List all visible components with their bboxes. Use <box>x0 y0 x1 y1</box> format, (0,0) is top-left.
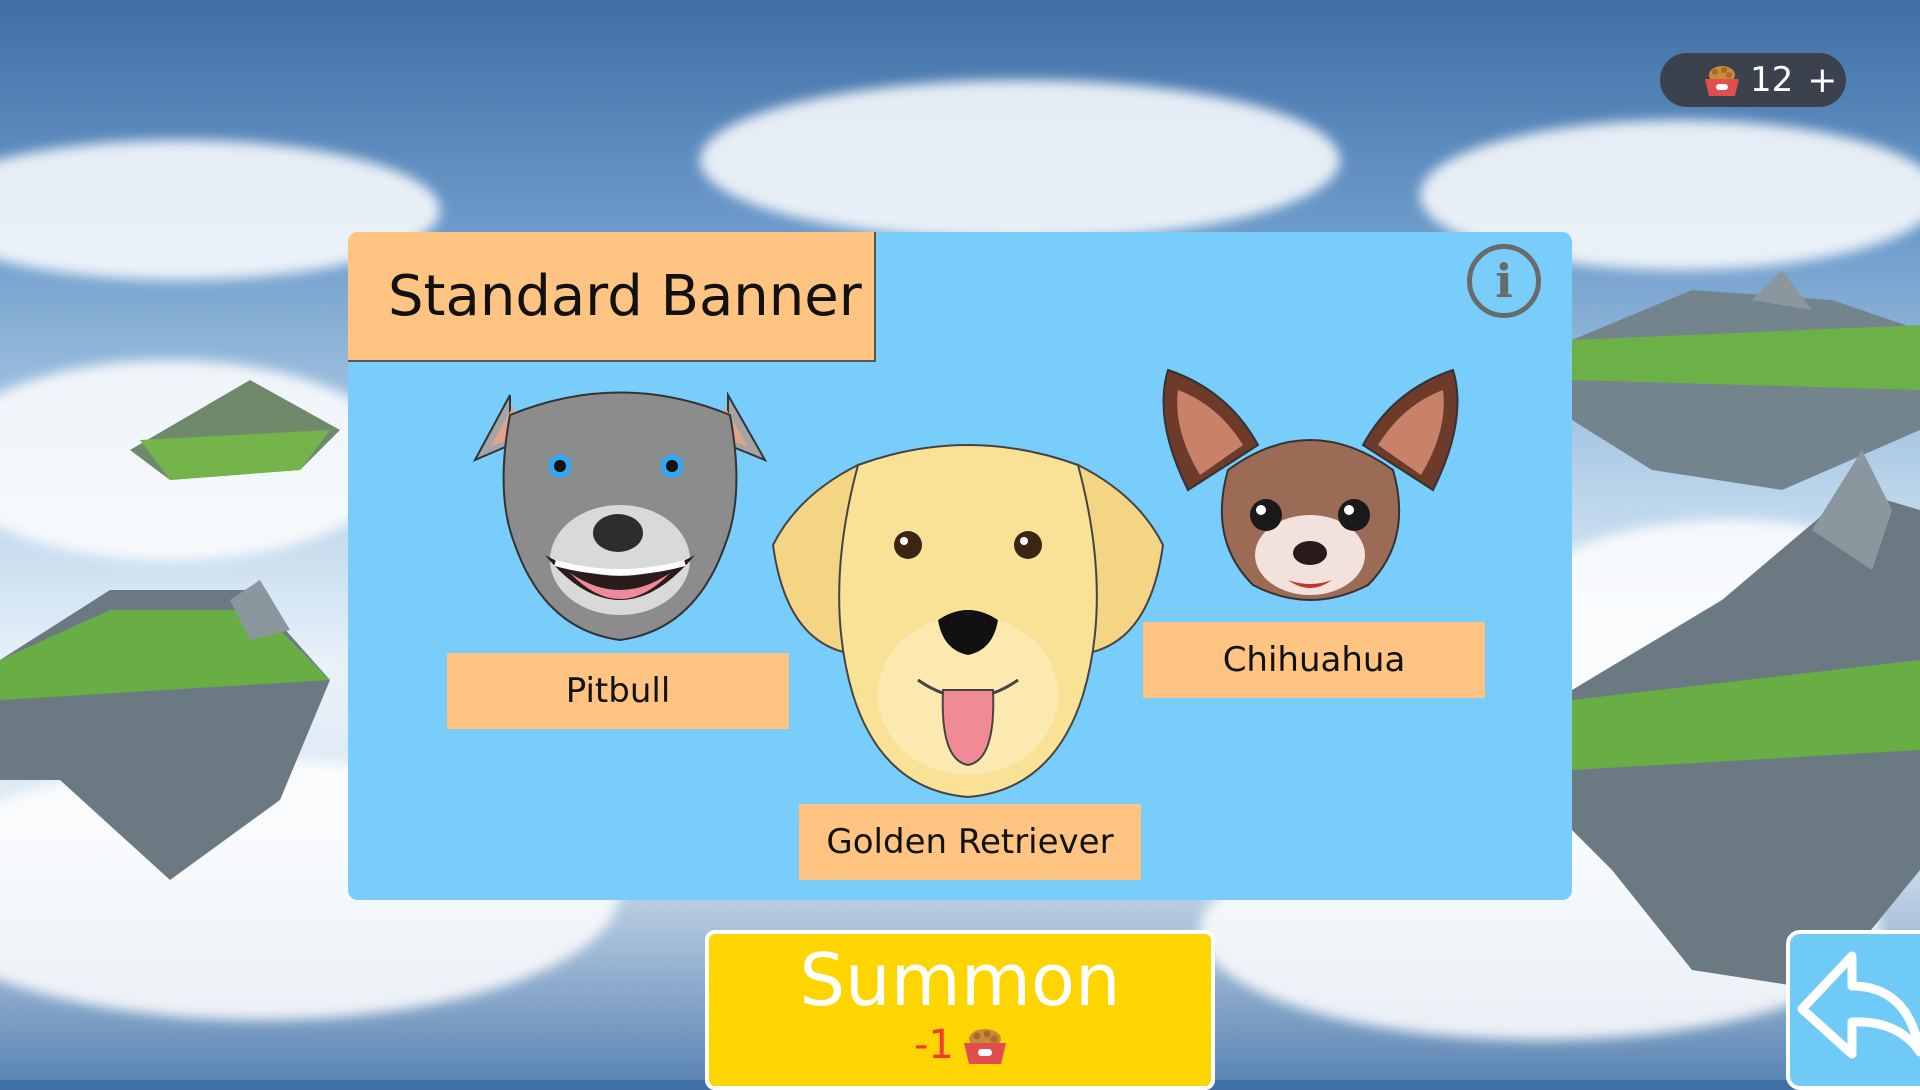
floating-island-right <box>1572 270 1920 990</box>
pitbull-portrait <box>472 391 768 642</box>
banner-title: Standard Banner <box>348 232 876 362</box>
currency-display: 12 + <box>1660 53 1846 107</box>
chihuahua-portrait <box>1162 368 1459 601</box>
info-icon[interactable]: i <box>1467 244 1541 318</box>
summon-cost: -1 <box>914 1022 954 1068</box>
back-arrow-icon <box>1797 951 1920 1059</box>
dog-label-pitbull: Pitbull <box>447 653 789 729</box>
dog-food-bowl-icon <box>964 1029 1006 1064</box>
summon-label: Summon <box>799 938 1121 1022</box>
currency-count: 12 <box>1750 60 1794 100</box>
floating-island-left <box>0 380 340 880</box>
back-button[interactable] <box>1786 930 1920 1090</box>
summon-button[interactable]: Summon -1 <box>705 930 1215 1090</box>
dog-food-bowl-icon <box>1705 66 1739 96</box>
add-currency-button[interactable]: + <box>1807 60 1837 101</box>
golden-retriever-portrait <box>771 444 1165 799</box>
dog-label-golden-retriever: Golden Retriever <box>799 804 1141 880</box>
dog-label-chihuahua: Chihuahua <box>1143 622 1485 698</box>
